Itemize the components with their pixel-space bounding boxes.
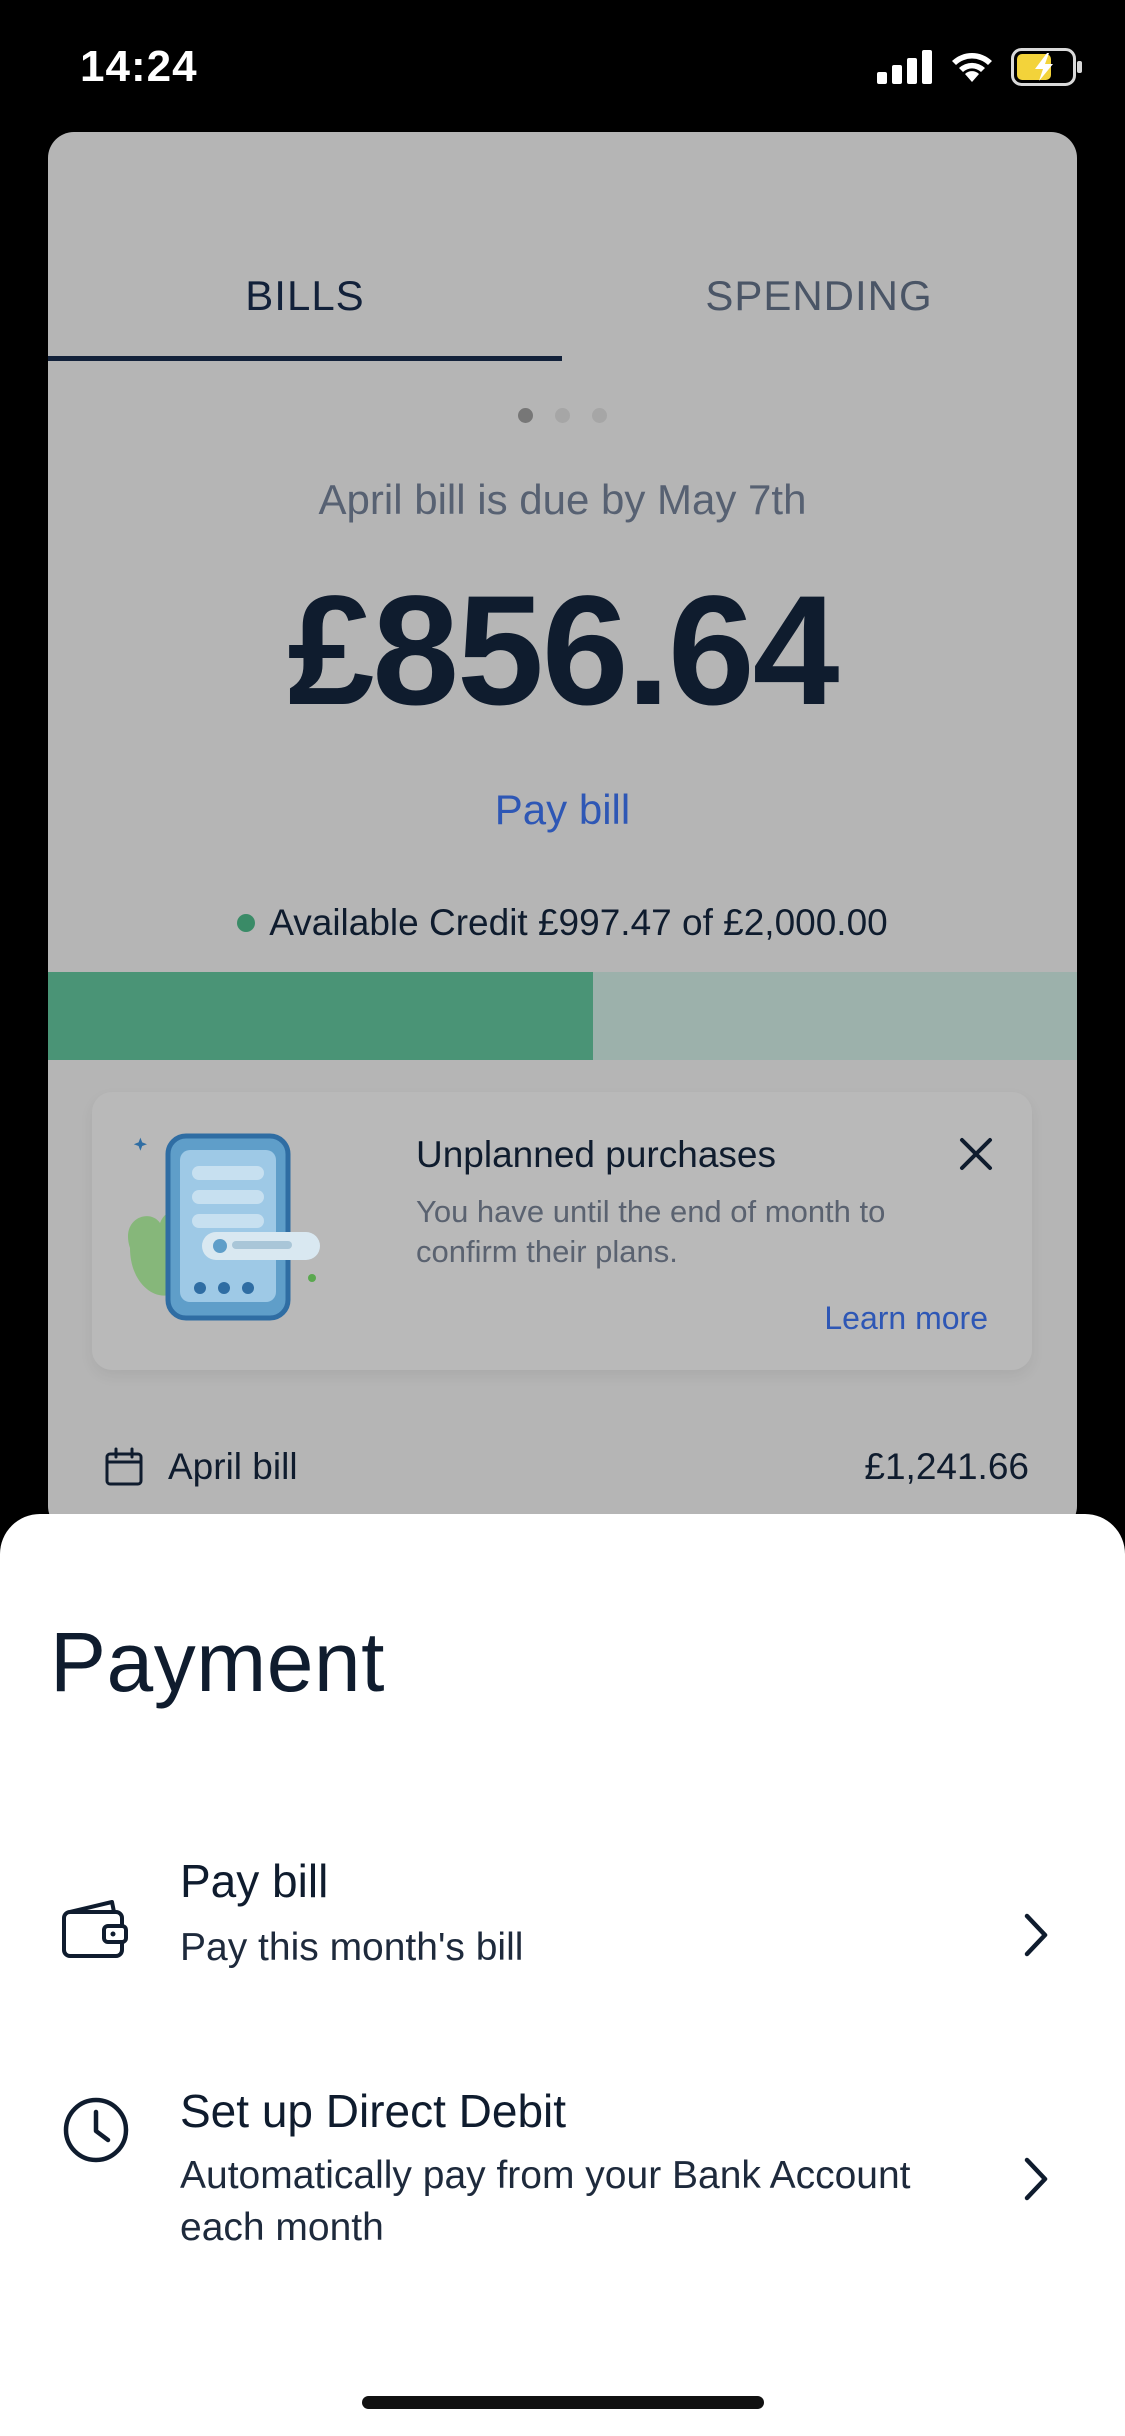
direct-debit-option-subtitle: Automatically pay from your Bank Account… xyxy=(180,2154,911,2249)
tab-bills[interactable]: BILLS xyxy=(48,272,562,320)
home-indicator[interactable] xyxy=(362,2396,764,2409)
calendar-icon xyxy=(105,1447,143,1486)
active-tab-indicator xyxy=(48,356,562,361)
wifi-icon xyxy=(952,53,992,82)
cellular-signal-icon xyxy=(877,50,932,84)
april-bill-row[interactable]: April bill £1,241.66 xyxy=(104,1446,1029,1488)
tab-bar: BILLS SPENDING xyxy=(48,132,1077,362)
status-bar: 14:24 xyxy=(0,0,1125,132)
bill-row-label: April bill xyxy=(168,1446,298,1487)
credit-progress-fill xyxy=(48,972,594,1060)
pay-bill-link[interactable]: Pay bill xyxy=(48,786,1077,834)
pay-bill-option-title: Pay bill xyxy=(180,1855,329,1907)
sheet-title: Payment xyxy=(50,1615,385,1709)
status-icons xyxy=(877,48,1083,86)
credit-progress-bar xyxy=(48,972,1077,1060)
page-dot xyxy=(592,408,607,423)
direct-debit-option-title: Set up Direct Debit xyxy=(180,2085,567,2137)
page-dot xyxy=(555,408,570,423)
phone-illustration-icon xyxy=(127,1133,320,1321)
pay-bill-option-subtitle: Pay this month's bill xyxy=(180,1926,524,1969)
unplanned-purchases-banner: Unplanned purchases You have until the e… xyxy=(92,1092,1032,1370)
payment-bottom-sheet: Payment Pay bill Pay this month's bill S… xyxy=(0,1514,1125,2436)
page-indicator xyxy=(48,408,1077,423)
available-credit-text: Available Credit £997.47 of £2,000.00 xyxy=(269,902,888,943)
bill-due-text: April bill is due by May 7th xyxy=(318,476,807,523)
tab-spending[interactable]: SPENDING xyxy=(562,272,1076,320)
status-time: 14:24 xyxy=(80,42,198,91)
close-icon[interactable] xyxy=(956,1134,996,1174)
chevron-right-icon xyxy=(1024,2157,1048,2201)
learn-more-link[interactable]: Learn more xyxy=(824,1300,988,1337)
page-dot xyxy=(518,408,533,423)
bill-amount: £856.64 xyxy=(287,564,840,738)
banner-body: You have until the end of month to confi… xyxy=(416,1194,886,1269)
clock-icon xyxy=(63,2097,129,2163)
wallet-icon xyxy=(62,1900,128,1958)
chevron-right-icon xyxy=(1024,1913,1048,1957)
battery-charging-icon xyxy=(1011,48,1082,86)
credit-status-dot xyxy=(237,914,256,932)
bills-card: BILLS SPENDING April bill is due by May … xyxy=(48,132,1077,1532)
banner-title: Unplanned purchases xyxy=(416,1134,776,1175)
bill-row-amount: £1,241.66 xyxy=(864,1446,1029,1487)
available-credit: Available Credit £997.47 of £2,000.00 xyxy=(48,902,1077,944)
